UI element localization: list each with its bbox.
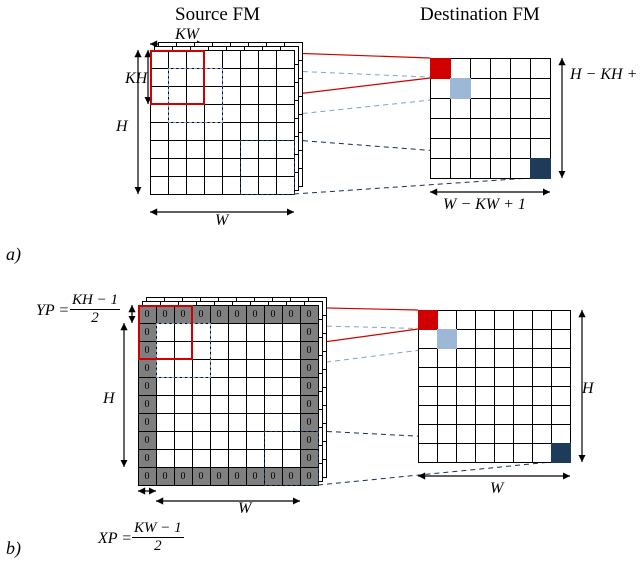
panel-a-kernel-red <box>150 50 205 105</box>
pad-value: 0 <box>192 305 210 323</box>
pad-value: 0 <box>174 467 192 485</box>
pad-value: 0 <box>138 449 156 467</box>
pad-value: 0 <box>246 467 264 485</box>
pad-value: 0 <box>228 305 246 323</box>
pad-value: 0 <box>300 359 318 377</box>
pad-value: 0 <box>138 377 156 395</box>
panel-b-dest-cell-darkblue <box>551 443 571 463</box>
panel-a-dest-cell-lightblue <box>450 78 471 99</box>
pad-value: 0 <box>264 305 282 323</box>
panel-a-dest-cell-darkblue <box>530 158 551 179</box>
panel-a-dest-cell-red <box>430 58 451 79</box>
pad-value: 0 <box>246 305 264 323</box>
panel-b-kernel-red <box>138 305 193 360</box>
pad-value: 0 <box>138 359 156 377</box>
pad-value: 0 <box>300 341 318 359</box>
panel-b-dest-cell-lightblue <box>437 329 457 349</box>
pad-value: 0 <box>300 413 318 431</box>
pad-value: 0 <box>138 413 156 431</box>
pad-value: 0 <box>300 305 318 323</box>
pad-value: 0 <box>282 305 300 323</box>
pad-value: 0 <box>210 467 228 485</box>
pad-value: 0 <box>138 395 156 413</box>
pad-value: 0 <box>138 467 156 485</box>
pad-value: 0 <box>300 395 318 413</box>
label-a-destH: H − KH + 1 <box>570 66 640 84</box>
pad-value: 0 <box>228 467 246 485</box>
panel-a-kernel-darkblue <box>240 140 295 195</box>
pad-value: 0 <box>300 323 318 341</box>
pad-value: 0 <box>210 305 228 323</box>
panel-b-kernel-darkblue <box>264 431 319 486</box>
pad-value: 0 <box>138 431 156 449</box>
pad-value: 0 <box>156 467 174 485</box>
pad-value: 0 <box>192 467 210 485</box>
panel-b-dest-cell-red <box>418 310 438 330</box>
pad-value: 0 <box>300 377 318 395</box>
